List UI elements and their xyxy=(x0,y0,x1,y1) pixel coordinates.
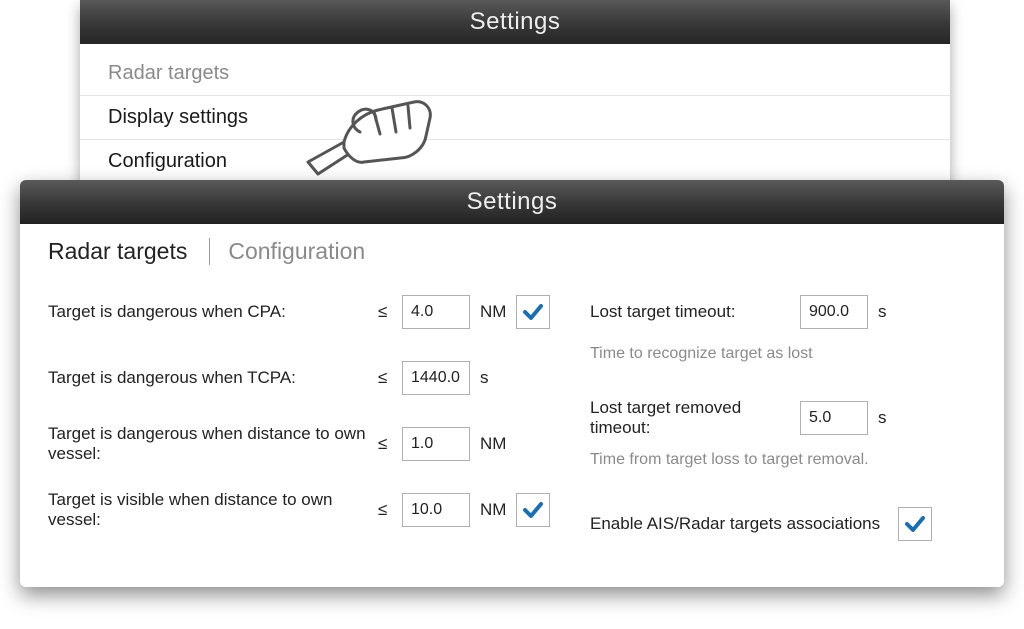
form-area: Target is dangerous when CPA: ≤ NM Targe… xyxy=(20,275,1004,587)
menu-item-configuration[interactable]: Configuration xyxy=(80,139,950,183)
row-ais-radar-assoc: Enable AIS/Radar targets associations xyxy=(590,491,976,557)
check-icon xyxy=(521,498,545,522)
settings-menu-card: Settings Radar targets Display settings … xyxy=(80,0,950,199)
breadcrumb-main[interactable]: Radar targets xyxy=(48,238,205,265)
breadcrumb-sub: Configuration xyxy=(214,238,365,265)
input-removed-timeout[interactable] xyxy=(800,401,868,435)
checkbox-cpa[interactable] xyxy=(516,295,550,329)
unit-distance-visible: NM xyxy=(470,500,510,520)
label-distance-dangerous: Target is dangerous when distance to own… xyxy=(48,424,378,464)
menu-item-display-settings[interactable]: Display settings xyxy=(80,95,950,139)
form-right-column: Lost target timeout: s Time to recognize… xyxy=(590,279,976,557)
unit-tcpa: s xyxy=(470,368,510,388)
op-distance-visible: ≤ xyxy=(378,500,402,520)
form-left-column: Target is dangerous when CPA: ≤ NM Targe… xyxy=(48,279,550,557)
row-distance-visible: Target is visible when distance to own v… xyxy=(48,477,550,543)
unit-lost-timeout: s xyxy=(868,302,908,322)
check-icon xyxy=(521,300,545,324)
row-distance-dangerous: Target is dangerous when distance to own… xyxy=(48,411,550,477)
input-cpa[interactable] xyxy=(402,295,470,329)
label-tcpa: Target is dangerous when TCPA: xyxy=(48,368,378,388)
input-distance-dangerous[interactable] xyxy=(402,427,470,461)
checkbox-ais-radar-assoc[interactable] xyxy=(898,507,932,541)
checkbox-distance-visible[interactable] xyxy=(516,493,550,527)
row-tcpa: Target is dangerous when TCPA: ≤ s xyxy=(48,345,550,411)
breadcrumb-separator xyxy=(209,238,210,265)
menu-section-radar-targets: Radar targets xyxy=(80,56,950,95)
input-distance-visible[interactable] xyxy=(402,493,470,527)
input-lost-timeout[interactable] xyxy=(800,295,868,329)
row-removed-timeout: Lost target removed timeout: s xyxy=(590,385,976,451)
settings-form-card: Settings Radar targets Configuration Tar… xyxy=(20,180,1004,587)
unit-cpa: NM xyxy=(470,302,510,322)
hint-lost-timeout: Time to recognize target as lost xyxy=(590,345,813,363)
row-cpa: Target is dangerous when CPA: ≤ NM xyxy=(48,279,550,345)
input-tcpa[interactable] xyxy=(402,361,470,395)
unit-removed-timeout: s xyxy=(868,408,908,428)
op-cpa: ≤ xyxy=(378,302,402,322)
label-distance-visible: Target is visible when distance to own v… xyxy=(48,490,378,530)
label-lost-timeout: Lost target timeout: xyxy=(590,302,800,322)
settings-titlebar-bottom: Settings xyxy=(20,180,1004,224)
breadcrumb: Radar targets Configuration xyxy=(20,224,1004,275)
op-distance-dangerous: ≤ xyxy=(378,434,402,454)
op-tcpa: ≤ xyxy=(378,368,402,388)
label-cpa: Target is dangerous when CPA: xyxy=(48,302,378,322)
unit-distance-dangerous: NM xyxy=(470,434,510,454)
label-ais-radar-assoc: Enable AIS/Radar targets associations xyxy=(590,514,880,534)
check-icon xyxy=(903,512,927,536)
row-lost-timeout: Lost target timeout: s xyxy=(590,279,976,345)
settings-menu-body: Radar targets Display settings Configura… xyxy=(80,44,950,199)
hint-removed-timeout: Time from target loss to target removal. xyxy=(590,451,869,469)
row-lost-timeout-hint: Time to recognize target as lost xyxy=(590,345,976,385)
label-removed-timeout: Lost target removed timeout: xyxy=(590,398,800,438)
settings-titlebar-top: Settings xyxy=(80,0,950,44)
row-removed-timeout-hint: Time from target loss to target removal. xyxy=(590,451,976,491)
